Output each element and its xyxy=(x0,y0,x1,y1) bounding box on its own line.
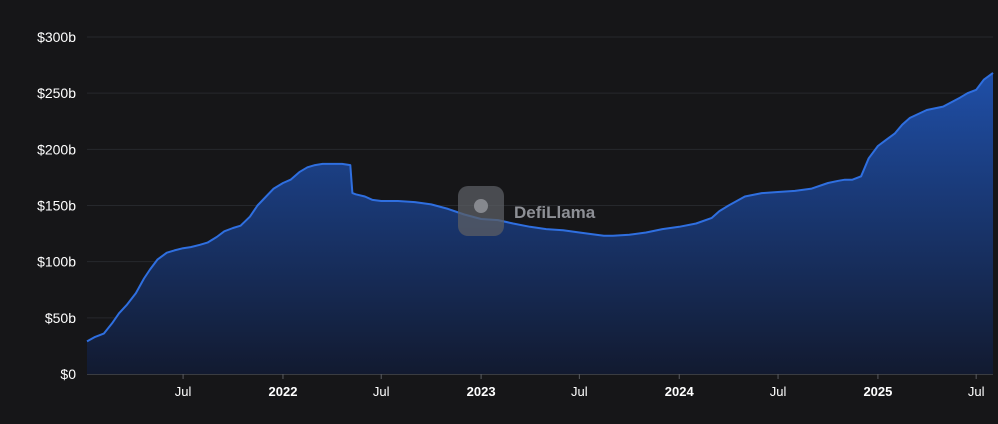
y-tick-label: $300b xyxy=(37,29,76,45)
y-tick-label: $200b xyxy=(37,141,76,157)
y-tick-label: $150b xyxy=(37,198,76,214)
x-tick-label: Jul xyxy=(968,384,985,399)
y-tick-label: $100b xyxy=(37,254,76,270)
tvl-area-fill xyxy=(87,72,993,375)
y-axis: $0 $50b $100b $150b $200b $250b $300b xyxy=(37,29,76,382)
x-tick-label: 2023 xyxy=(467,384,496,399)
llama-logo-eye-icon xyxy=(474,199,488,213)
y-tick-label: $0 xyxy=(60,366,76,382)
y-tick-label: $50b xyxy=(45,310,76,326)
x-tick-label: Jul xyxy=(770,384,787,399)
watermark-text: DefiLlama xyxy=(514,203,596,222)
x-tick-label: Jul xyxy=(175,384,192,399)
x-tick-label: Jul xyxy=(373,384,390,399)
x-tick-label: 2025 xyxy=(863,384,892,399)
x-tick-label: Jul xyxy=(571,384,588,399)
area-series xyxy=(86,72,994,375)
x-tick-label: 2024 xyxy=(665,384,695,399)
chart-canvas: DefiLlama $0 $50b $100b $150b $200b $250b $300… xyxy=(37,29,994,399)
y-tick-label: $250b xyxy=(37,85,76,101)
tvl-area-chart: DefiLlama $0 $50b $100b $150b $200b $250b $300… xyxy=(0,0,998,424)
x-tick-label: 2022 xyxy=(269,384,298,399)
x-axis: Jul 2022 Jul 2023 Jul 2024 Jul 2025 Jul xyxy=(87,374,993,399)
